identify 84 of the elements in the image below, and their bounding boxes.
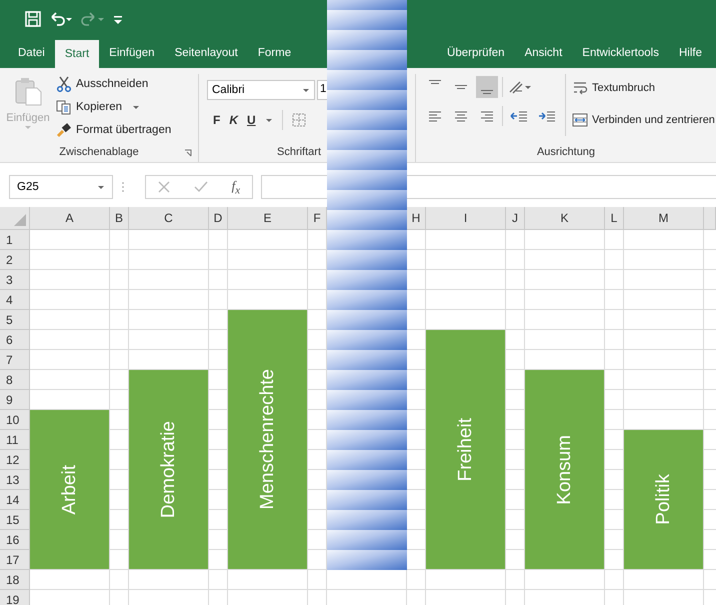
row-header[interactable]: 19: [0, 590, 30, 605]
top-align-icon: [429, 80, 441, 84]
wrap-text-icon: [572, 80, 588, 96]
shape-label: Politik: [652, 474, 674, 525]
column-header[interactable]: F: [308, 207, 327, 230]
ribbon-tab[interactable]: Forme: [248, 38, 292, 68]
ribbon-tab[interactable]: Entwicklertools: [572, 38, 669, 68]
ribbon-button[interactable]: Format übertragen: [56, 120, 172, 140]
middle-align-icon: [455, 85, 467, 89]
undo-icon[interactable]: [49, 11, 73, 27]
save-icon[interactable]: [25, 11, 41, 27]
row-header[interactable]: 14: [0, 490, 30, 510]
row-header[interactable]: 18: [0, 570, 30, 590]
row-header[interactable]: 13: [0, 470, 30, 490]
format-button[interactable]: K: [229, 113, 238, 127]
orientation-icon[interactable]: [507, 79, 533, 95]
column-header[interactable]: E: [228, 207, 308, 230]
column-header[interactable]: D: [209, 207, 228, 230]
row-header[interactable]: 2: [0, 250, 30, 270]
caret-icon: [302, 87, 310, 93]
check-icon[interactable]: [194, 181, 208, 193]
shape-label: Freiheit: [454, 418, 476, 482]
column-header[interactable]: B: [110, 207, 129, 230]
row-header[interactable]: 9: [0, 390, 30, 410]
caret-icon: [24, 124, 32, 130]
shape-label: Menschenrechte: [256, 369, 278, 510]
column-header[interactable]: C: [129, 207, 209, 230]
ribbon-tab[interactable]: Seitenlayout: [164, 38, 248, 68]
wrap-text-button[interactable]: Textumbruch: [572, 78, 715, 98]
merge-icon: [572, 112, 588, 128]
row-header[interactable]: 6: [0, 330, 30, 350]
grip-icon: [121, 181, 125, 193]
shape-label: Demokratie: [158, 420, 180, 518]
row-header[interactable]: 10: [0, 410, 30, 430]
row-header[interactable]: 4: [0, 290, 30, 310]
column-header[interactable]: M: [624, 207, 704, 230]
customize-icon[interactable]: [113, 13, 123, 25]
row-header[interactable]: 5: [0, 310, 30, 330]
shape-label: Arbeit: [58, 464, 80, 514]
caret-icon: [264, 117, 273, 123]
row-header[interactable]: 3: [0, 270, 30, 290]
format-button[interactable]: F: [213, 113, 220, 127]
merge-center-button[interactable]: Verbinden und zentrieren: [572, 110, 715, 130]
row-header[interactable]: 17: [0, 550, 30, 570]
column-header[interactable]: J: [506, 207, 525, 230]
column-header[interactable]: A: [30, 207, 110, 230]
insert-function-button[interactable]: f$_{x}$: [232, 178, 240, 196]
font-name-field[interactable]: Calibri: [207, 80, 315, 100]
name-box[interactable]: G25: [9, 175, 113, 199]
align-button[interactable]: [476, 76, 498, 98]
format-button[interactable]: U: [247, 113, 256, 127]
ribbon-tab[interactable]: Start: [54, 40, 100, 68]
ribbon-button[interactable]: Kopieren: [56, 97, 172, 117]
column-header[interactable]: L: [605, 207, 624, 230]
ribbon-tab[interactable]: Hilfe: [668, 38, 712, 68]
column-header[interactable]: K: [525, 207, 605, 230]
bottom-align-icon: [481, 90, 493, 94]
row-header[interactable]: 1: [0, 230, 30, 250]
group-label: Ausrichtung: [536, 146, 596, 158]
row-header[interactable]: 16: [0, 530, 30, 550]
row-header[interactable]: 7: [0, 350, 30, 370]
ribbon-tab[interactable]: Datei: [8, 38, 55, 68]
scissors-icon: [56, 76, 72, 92]
row-header[interactable]: 12: [0, 450, 30, 470]
border-icon[interactable]: [292, 113, 306, 127]
caret-icon: [132, 104, 140, 110]
row-header[interactable]: 15: [0, 510, 30, 530]
ribbon-tab[interactable]: Einfügen: [99, 38, 165, 68]
ribbon-tab[interactable]: Ansicht: [514, 38, 572, 68]
group-label: Zwischenablage: [59, 146, 139, 158]
paintbrush-icon: [56, 122, 72, 138]
row-header[interactable]: 11: [0, 430, 30, 450]
shape-label: Konsum: [554, 434, 576, 504]
row-header[interactable]: 8: [0, 370, 30, 390]
column-header[interactable]: H: [407, 207, 426, 230]
column-header[interactable]: I: [426, 207, 506, 230]
group-label: Schriftart: [277, 146, 322, 158]
copy-icon: [56, 99, 72, 115]
font-size-field[interactable]: 1: [317, 80, 327, 100]
dialog-launcher-icon[interactable]: [184, 149, 192, 157]
clipboard-icon: [13, 76, 43, 106]
ribbon-button[interactable]: Ausschneiden: [56, 74, 172, 94]
caret-icon: [97, 184, 105, 190]
ribbon-tab[interactable]: Überprüfen: [437, 38, 515, 68]
